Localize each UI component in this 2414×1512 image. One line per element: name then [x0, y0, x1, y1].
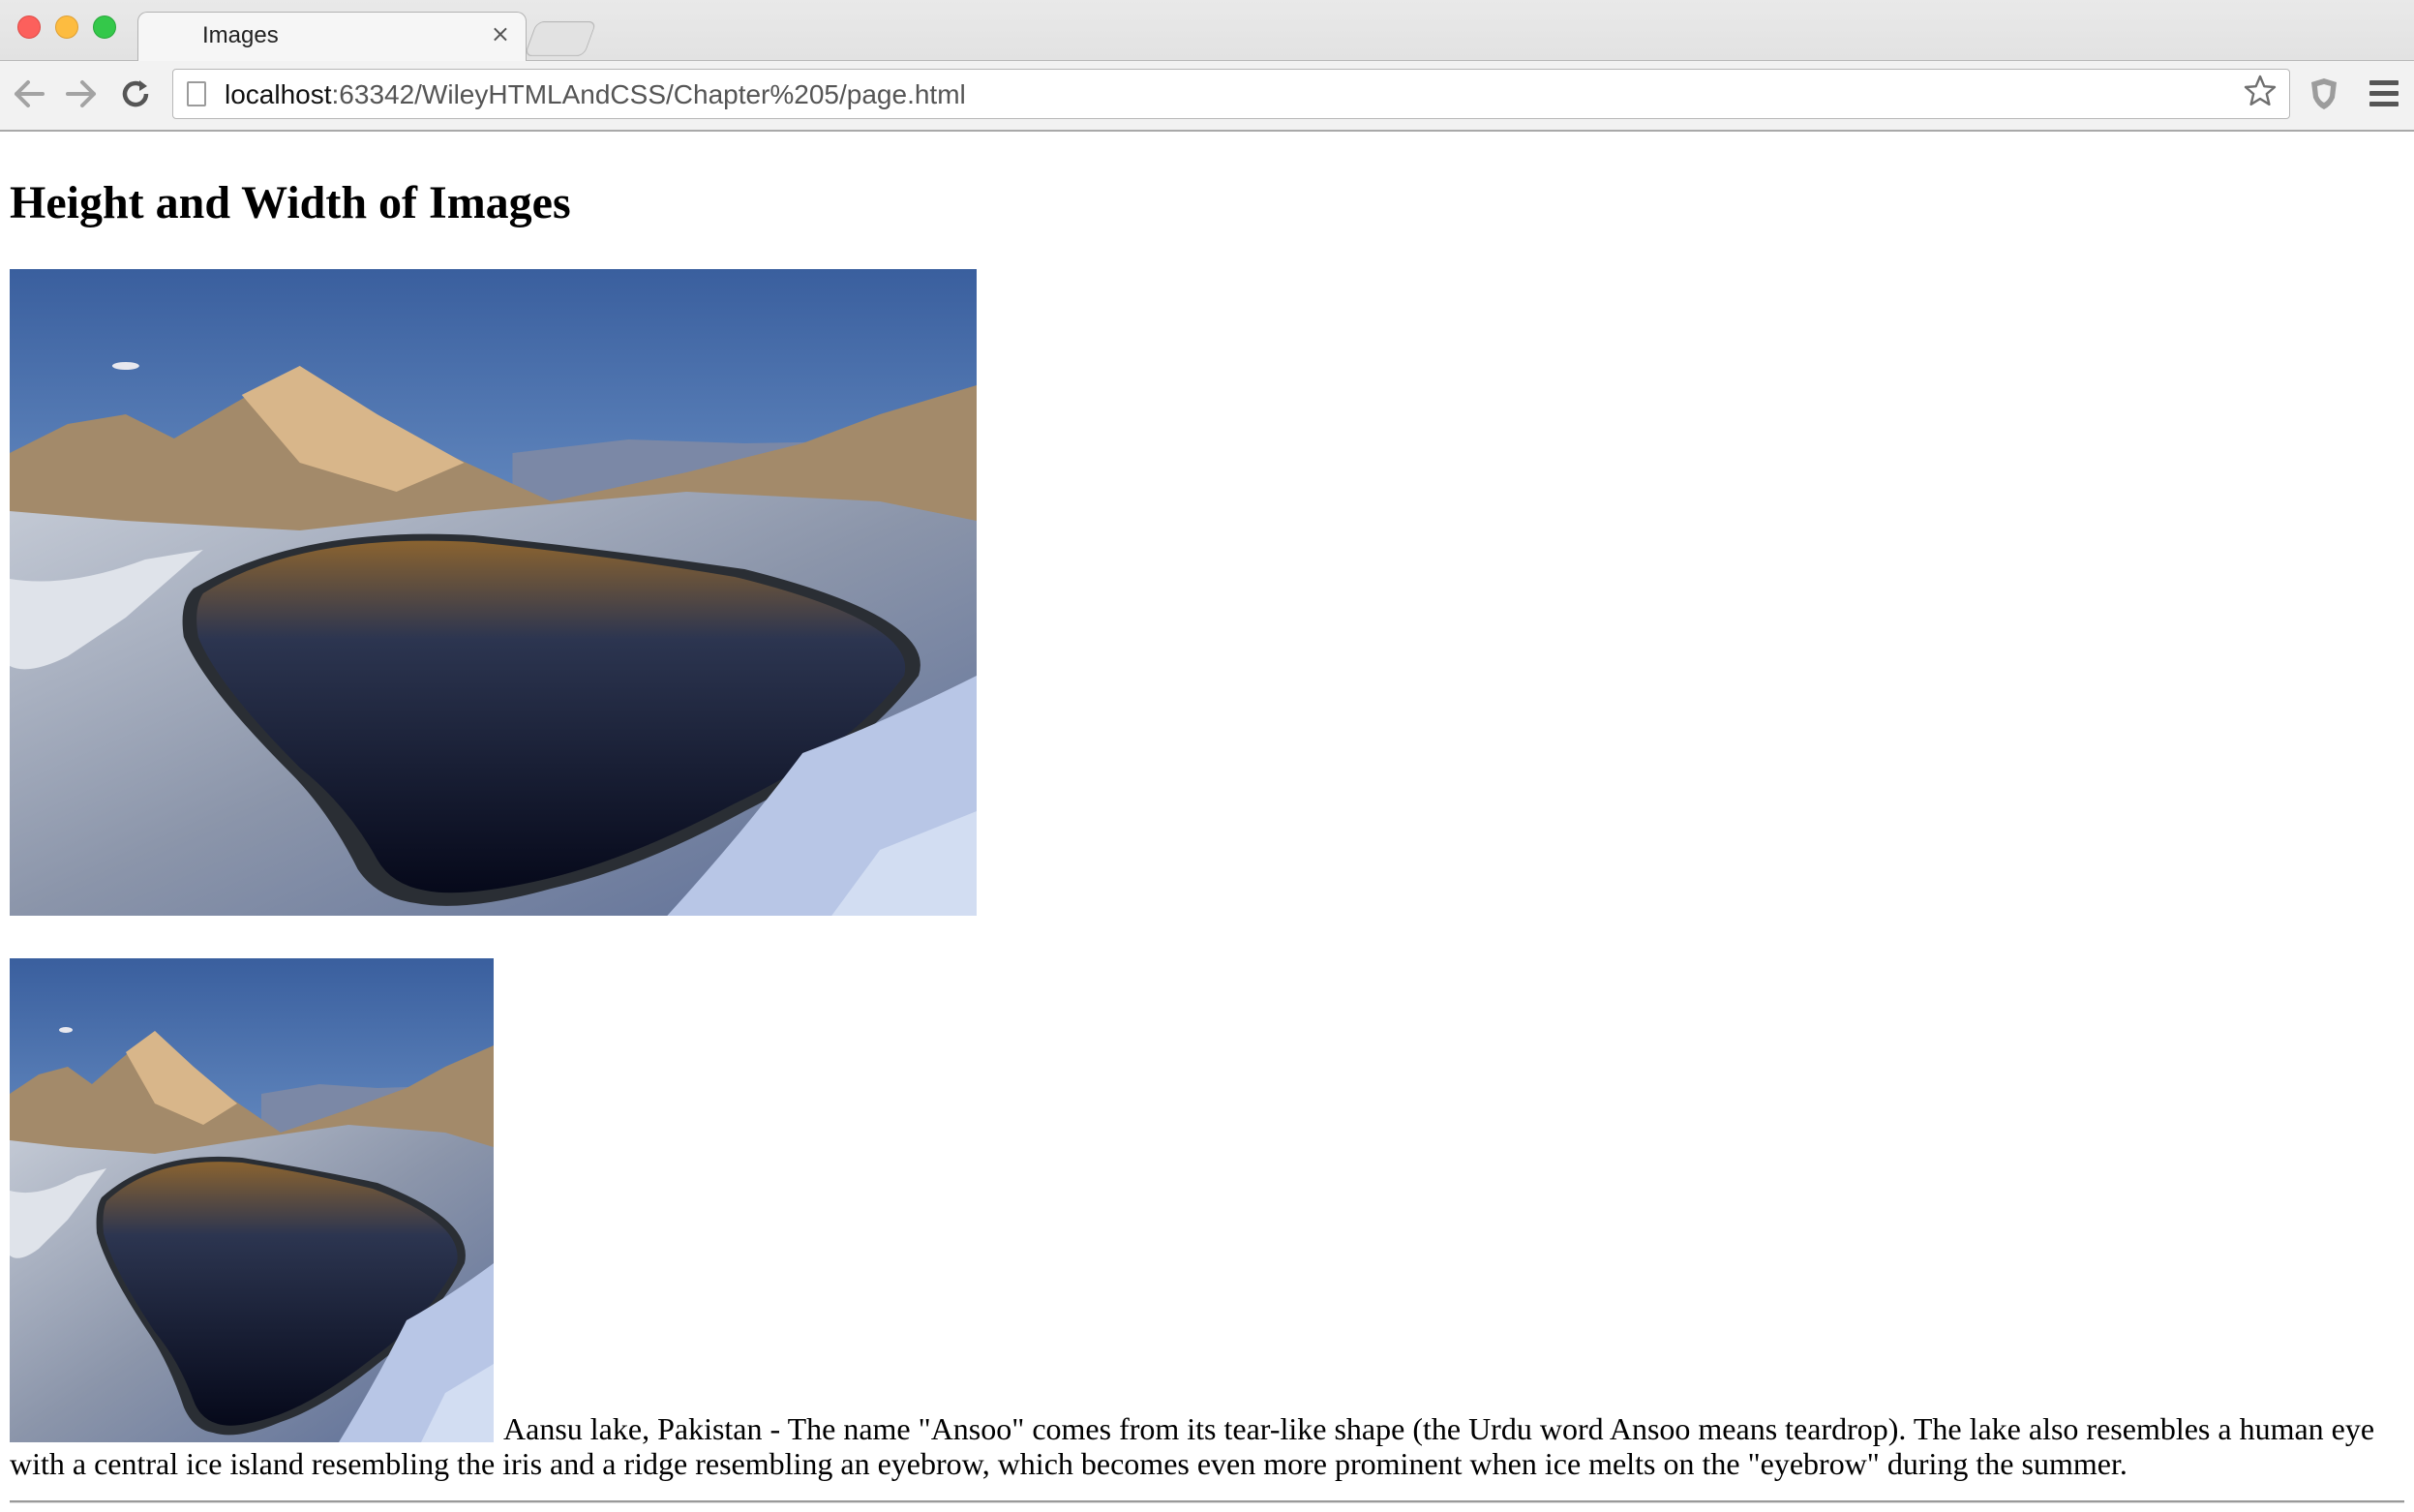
- window-maximize-button[interactable]: [93, 15, 116, 39]
- back-arrow-icon[interactable]: [10, 75, 48, 113]
- tab-title: Images: [202, 22, 279, 48]
- bookmark-star-icon[interactable]: [2243, 74, 2278, 117]
- address-bar[interactable]: localhost:63342/WileyHTMLAndCSS/Chapter%…: [172, 69, 2290, 119]
- image-caption: Aansu lake, Pakistan - The name "Ansoo" …: [10, 1411, 2404, 1481]
- lake-photo-small: [10, 958, 494, 1442]
- lake-photo-large: [10, 269, 977, 916]
- page-document-icon: [187, 81, 206, 106]
- browser-toolbar: localhost:63342/WileyHTMLAndCSS/Chapter%…: [0, 61, 2414, 130]
- page-heading: Height and Width of Images: [10, 177, 571, 228]
- url-text[interactable]: localhost:63342/WileyHTMLAndCSS/Chapter%…: [225, 79, 966, 110]
- reload-icon[interactable]: [116, 75, 155, 113]
- shield-extension-icon[interactable]: [2309, 76, 2339, 111]
- caption-text: Aansu lake, Pakistan - The name "Ansoo" …: [10, 1411, 2375, 1481]
- page-content: Height and Width of Images Aansu lake, P…: [0, 132, 2414, 1512]
- new-tab-button[interactable]: [524, 21, 597, 56]
- url-host: localhost: [225, 79, 332, 109]
- hamburger-menu-icon[interactable]: [2369, 80, 2399, 107]
- browser-tab[interactable]: Images ×: [137, 12, 527, 62]
- browser-chrome: Images × localhost:63342/WileyHTMLAndCSS…: [0, 0, 2414, 132]
- window-minimize-button[interactable]: [55, 15, 78, 39]
- url-path: :63342/WileyHTMLAndCSS/Chapter%205/page.…: [331, 79, 966, 109]
- tab-close-icon[interactable]: ×: [491, 20, 510, 47]
- window-close-button[interactable]: [17, 15, 41, 39]
- horizontal-rule: [10, 1500, 2404, 1503]
- forward-arrow-icon[interactable]: [62, 75, 101, 113]
